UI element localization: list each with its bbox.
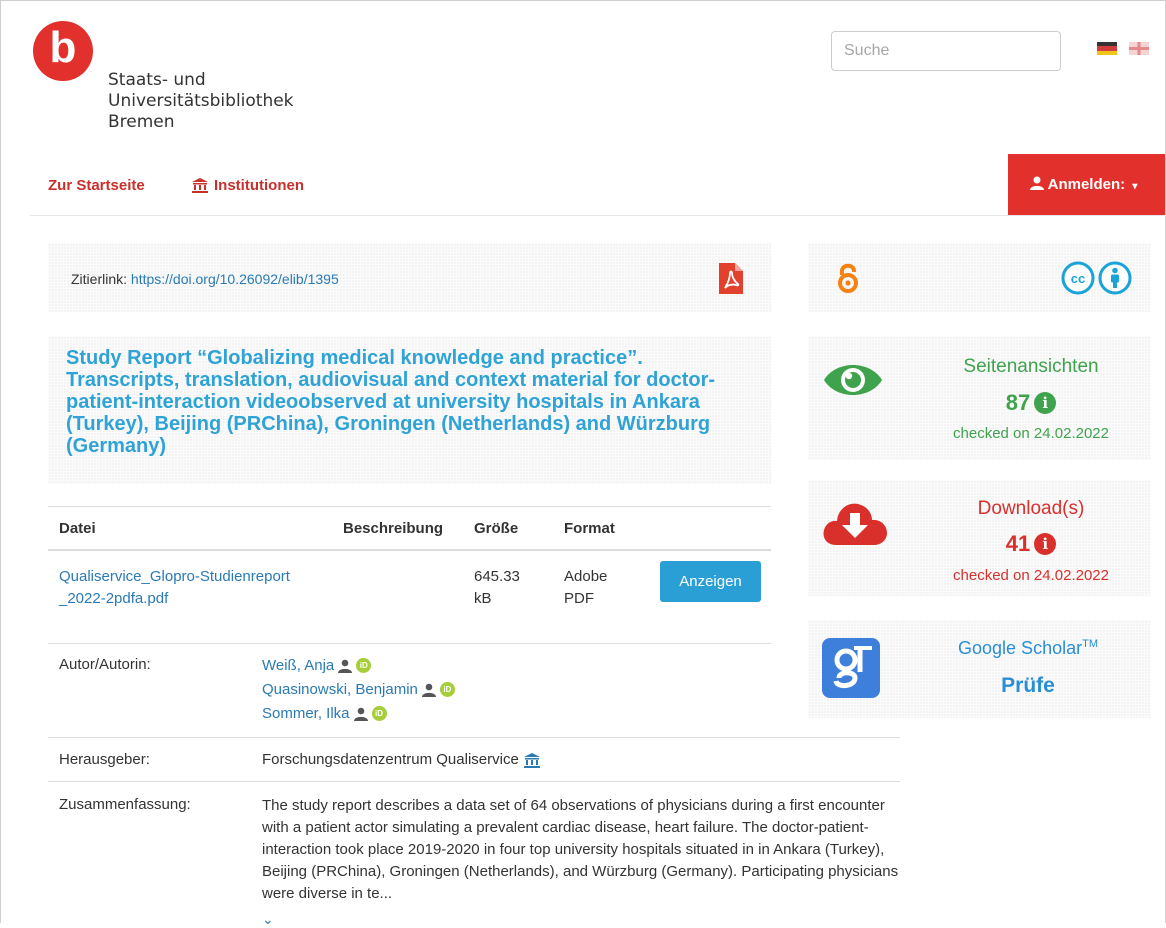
creative-commons-icon[interactable]: cc [1061, 261, 1095, 295]
google-scholar-title: Google ScholarTM [918, 638, 1138, 659]
table-top-border [48, 506, 771, 507]
google-scholar-panel: Google ScholarTM Prüfe [808, 620, 1151, 718]
library-name-line-1: Staats- und [108, 70, 206, 90]
row-divider [48, 737, 900, 738]
library-name-line-2: Universitätsbibliothek [108, 91, 294, 111]
info-icon[interactable]: i [1034, 392, 1057, 414]
downloads-count-row: 41 i [921, 531, 1141, 557]
col-header-format: Format [564, 520, 615, 537]
license-panel: cc [808, 243, 1151, 312]
page-views-checked: checked on 24.02.2022 [953, 425, 1109, 442]
publisher-label: Herausgeber: [59, 751, 150, 768]
user-icon [1030, 176, 1044, 190]
page-views-count: 87 [1005, 390, 1031, 415]
login-dropdown[interactable]: Anmelden: ▾ [1008, 154, 1165, 216]
person-icon[interactable] [421, 683, 436, 697]
author-link[interactable]: Weiß, Anja [262, 657, 334, 674]
eye-icon [824, 365, 882, 395]
file-format-line-2: PDF [564, 590, 594, 607]
orcid-icon[interactable]: iD [371, 706, 387, 721]
abstract-text: The study report describes a data set of… [262, 797, 899, 902]
page-views-count-row: 87 i [921, 390, 1141, 416]
citation-panel: Zitierlink: https://doi.org/10.26092/eli… [48, 243, 771, 312]
orcid-icon[interactable]: iD [439, 682, 455, 697]
en-flag-icon[interactable] [1129, 42, 1149, 55]
citation-label: Zitierlink: [71, 271, 128, 287]
abstract-label: Zusammenfassung: [59, 796, 191, 813]
de-flag-icon[interactable] [1097, 42, 1117, 55]
publisher-name: Forschungsdatenzentrum Qualiservice [262, 751, 519, 768]
view-file-button[interactable]: Anzeigen [660, 561, 761, 602]
file-link[interactable]: Qualiservice_Glopro-Studienreport _2022-… [59, 566, 339, 610]
caret-down-icon: ▾ [1132, 181, 1138, 192]
col-header-file: Datei [59, 520, 96, 537]
author-item: Weiß, Anja iD [262, 657, 372, 674]
file-name-line-2: _2022-2pdfa.pdf [59, 590, 169, 607]
library-name[interactable]: Staats- und Universitätsbibliothek Breme… [108, 70, 294, 133]
author-item: Sommer, Ilka iD [262, 705, 387, 722]
google-scholar-name: Google Scholar [958, 638, 1083, 658]
file-size: 645.33 kB [474, 566, 520, 610]
google-scholar-icon[interactable] [822, 638, 880, 698]
attribution-icon[interactable] [1098, 261, 1132, 295]
author-label: Autor/Autorin: [59, 656, 151, 673]
person-icon[interactable] [353, 707, 368, 721]
home-link[interactable]: Zur Startseite [48, 177, 145, 194]
col-header-size: Größe [474, 520, 519, 537]
document-title: Study Report “Globalizing medical knowle… [66, 347, 716, 457]
title-panel: Study Report “Globalizing medical knowle… [48, 336, 771, 484]
table-header-border [48, 549, 771, 551]
file-name-line-1: Qualiservice_Glopro-Studienreport [59, 568, 290, 585]
login-label: Anmelden: [1047, 176, 1126, 193]
downloads-title: Download(s) [977, 498, 1085, 519]
institution-icon[interactable] [523, 752, 540, 768]
open-access-icon[interactable] [837, 263, 859, 294]
search-input[interactable] [831, 31, 1061, 71]
institutions-label: Institutionen [214, 177, 304, 194]
person-icon[interactable] [338, 659, 353, 673]
downloads-count: 41 [1005, 531, 1031, 556]
citation-link[interactable]: https://doi.org/10.26092/elib/1395 [131, 271, 339, 287]
pdf-icon[interactable] [719, 263, 743, 294]
svg-text:cc: cc [1071, 271, 1085, 286]
expand-chevron-icon[interactable]: ⌄ [262, 911, 274, 928]
library-name-line-3: Bremen [108, 112, 175, 132]
info-icon[interactable]: i [1034, 533, 1057, 555]
library-logo[interactable]: b [33, 21, 93, 81]
google-scholar-check-link[interactable]: Prüfe [918, 674, 1138, 698]
institution-icon [192, 178, 208, 193]
file-format: Adobe PDF [564, 566, 607, 610]
logo-letter: b [49, 23, 77, 72]
citation-text: Zitierlink: https://doi.org/10.26092/eli… [71, 271, 339, 287]
file-format-line-1: Adobe [564, 568, 608, 585]
downloads-checked: checked on 24.02.2022 [953, 567, 1109, 584]
downloads-panel: Download(s) 41 i checked on 24.02.2022 [808, 480, 1151, 596]
col-header-description: Beschreibung [343, 520, 444, 537]
author-link[interactable]: Quasinowski, Benjamin [262, 681, 418, 698]
orcid-icon[interactable]: iD [356, 658, 372, 673]
row-divider [48, 781, 900, 782]
trademark-label: TM [1082, 638, 1098, 650]
author-link[interactable]: Sommer, Ilka [262, 705, 350, 722]
file-size-value: 645.33 [474, 568, 520, 585]
cloud-download-icon [823, 503, 887, 545]
publisher-value: Forschungsdatenzentrum Qualiservice [262, 749, 540, 771]
metadata-top-border [48, 643, 771, 644]
institutions-link[interactable]: Institutionen [192, 177, 304, 194]
page-views-title: Seitenansichten [963, 356, 1099, 377]
page-views-panel: Seitenansichten 87 i checked on 24.02.202… [808, 336, 1151, 460]
author-item: Quasinowski, Benjamin iD [262, 681, 455, 698]
file-size-unit: kB [474, 590, 492, 607]
nav-divider [30, 215, 1166, 216]
